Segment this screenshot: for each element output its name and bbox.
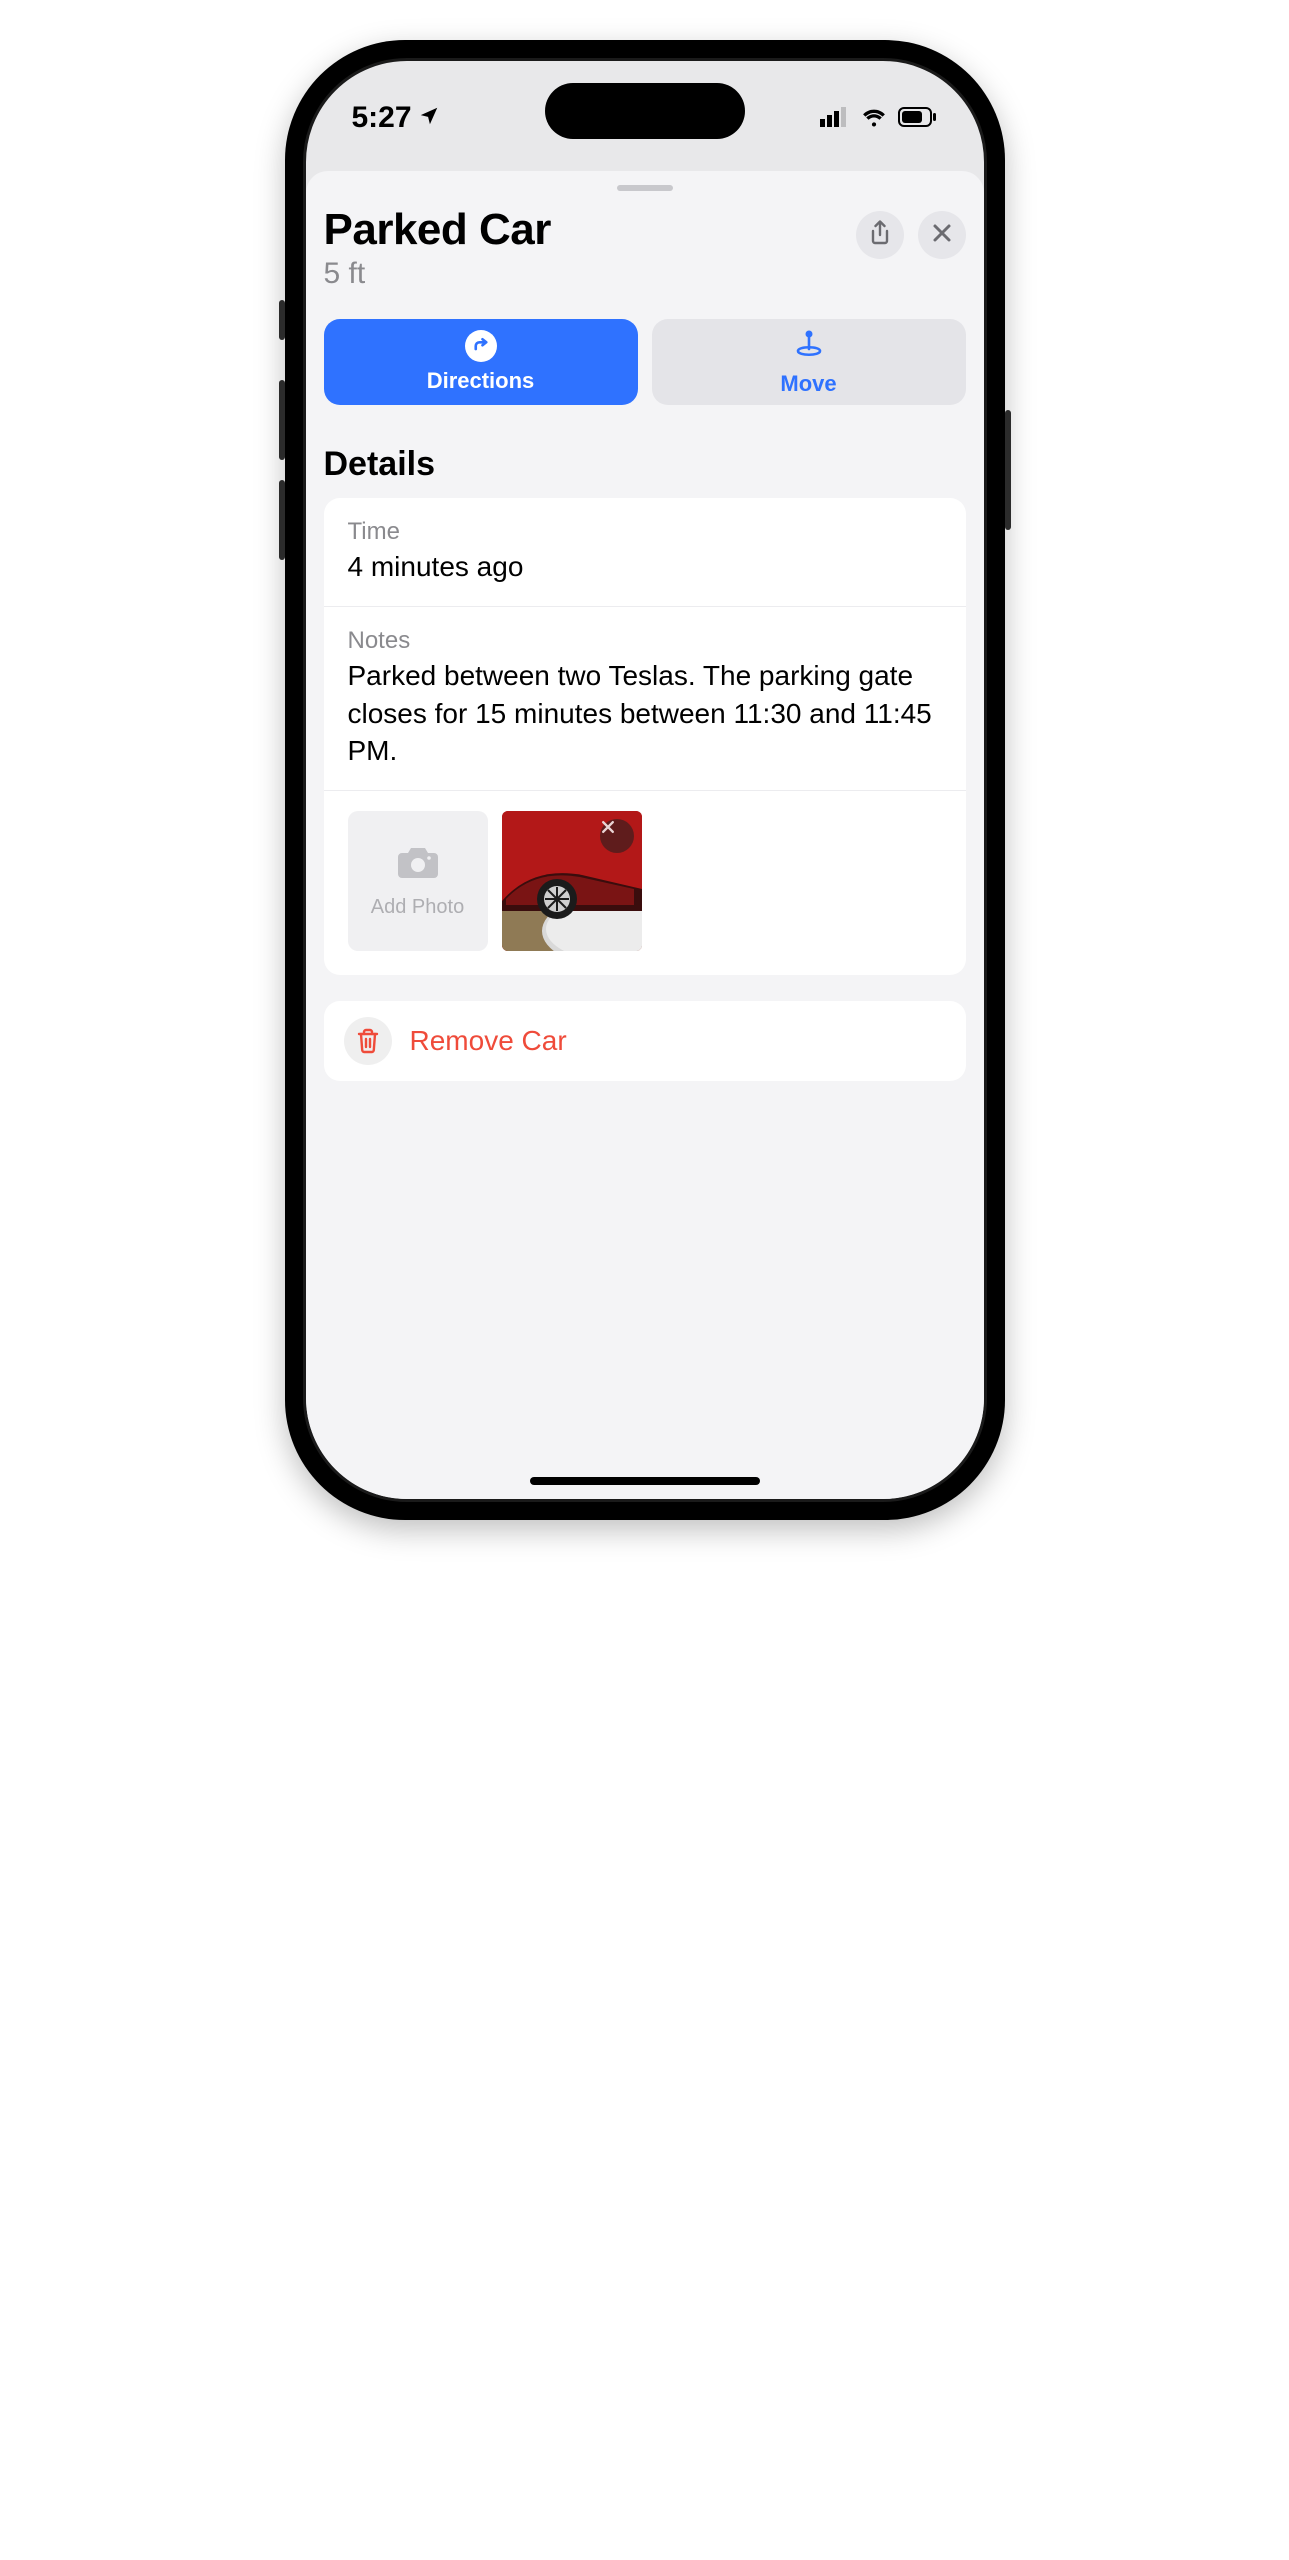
directions-button[interactable]: Directions <box>324 319 638 405</box>
remove-car-button[interactable]: Remove Car <box>324 1001 966 1081</box>
add-photo-button[interactable]: Add Photo <box>348 811 488 951</box>
dynamic-island <box>545 83 745 139</box>
share-icon <box>869 220 891 251</box>
time-value: 4 minutes ago <box>348 548 942 586</box>
battery-icon <box>898 101 938 135</box>
directions-icon <box>465 330 497 362</box>
add-photo-label: Add Photo <box>371 896 464 919</box>
location-arrow-icon <box>418 101 440 135</box>
share-button[interactable] <box>856 211 904 259</box>
time-label: Time <box>348 518 942 546</box>
cellular-icon <box>820 101 850 135</box>
photos-row: Add Photo <box>324 791 966 975</box>
place-distance: 5 ft <box>324 257 856 291</box>
notes-value: Parked between two Teslas. The parking g… <box>348 657 942 770</box>
close-button[interactable] <box>918 211 966 259</box>
delete-photo-button[interactable] <box>600 819 634 853</box>
notes-row[interactable]: Notes Parked between two Teslas. The par… <box>324 607 966 791</box>
sheet-grabber[interactable] <box>617 185 673 191</box>
notes-label: Notes <box>348 627 942 655</box>
place-card-sheet: Parked Car 5 ft <box>306 171 984 1499</box>
place-title: Parked Car <box>324 205 856 255</box>
trash-icon <box>344 1017 392 1065</box>
photo-thumbnail[interactable] <box>502 811 642 951</box>
remove-car-label: Remove Car <box>410 1025 567 1057</box>
phone-frame: 5:27 <box>285 40 1005 1520</box>
move-pin-icon <box>794 327 824 365</box>
camera-icon <box>396 844 440 886</box>
status-time: 5:27 <box>352 101 412 135</box>
home-indicator[interactable] <box>530 1477 760 1485</box>
details-heading: Details <box>324 445 966 484</box>
details-card: Time 4 minutes ago Notes Parked between … <box>324 498 966 975</box>
move-button[interactable]: Move <box>652 319 966 405</box>
wifi-icon <box>860 101 888 135</box>
close-icon <box>932 223 952 248</box>
screen: 5:27 <box>303 58 987 1502</box>
directions-label: Directions <box>427 368 535 394</box>
time-row: Time 4 minutes ago <box>324 498 966 607</box>
move-label: Move <box>780 371 836 397</box>
